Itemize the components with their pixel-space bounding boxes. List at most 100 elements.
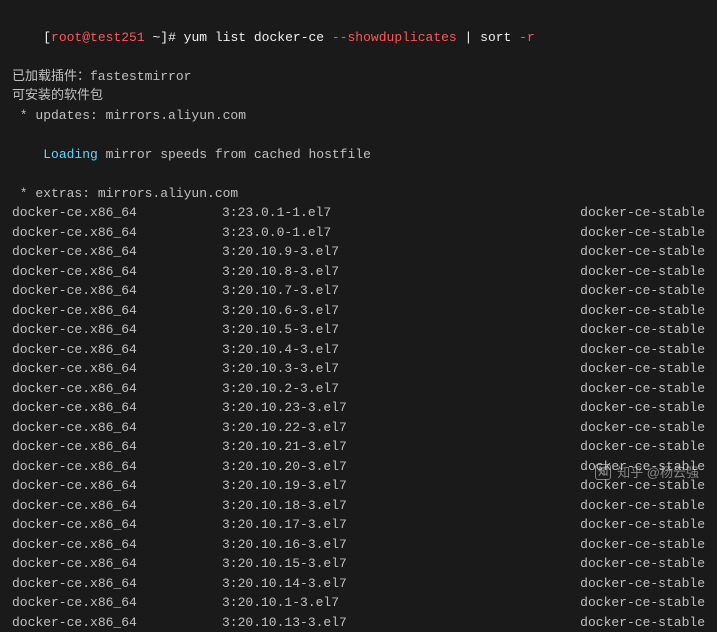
package-name: docker-ce.x86_64 [12,203,222,223]
package-row: docker-ce.x86_643:23.0.0-1.el7docker-ce-… [12,223,705,243]
package-repo: docker-ce-stable [462,437,705,457]
command-flag: --showduplicates [332,30,457,45]
package-row: docker-ce.x86_643:20.10.5-3.el7docker-ce… [12,320,705,340]
package-row: docker-ce.x86_643:23.0.1-1.el7docker-ce-… [12,203,705,223]
package-version: 3:20.10.5-3.el7 [222,320,462,340]
package-name: docker-ce.x86_64 [12,242,222,262]
loading-line: Loading mirror speeds from cached hostfi… [12,125,705,184]
package-repo: docker-ce-stable [462,242,705,262]
package-version: 3:20.10.19-3.el7 [222,476,462,496]
package-version: 3:20.10.21-3.el7 [222,437,462,457]
package-row: docker-ce.x86_643:20.10.2-3.el7docker-ce… [12,379,705,399]
package-list: docker-ce.x86_643:23.0.1-1.el7docker-ce-… [12,203,705,632]
prompt-user-host: root@test251 [51,30,145,45]
package-name: docker-ce.x86_64 [12,437,222,457]
package-row: docker-ce.x86_643:20.10.1-3.el7docker-ce… [12,593,705,613]
package-version: 3:20.10.3-3.el7 [222,359,462,379]
extras-line: * extras: mirrors.aliyun.com [12,184,705,204]
command-prefix: yum list docker-ce [184,30,332,45]
package-version: 3:20.10.23-3.el7 [222,398,462,418]
package-row: docker-ce.x86_643:20.10.6-3.el7docker-ce… [12,301,705,321]
watermark: 知 知乎 @杨云强 [595,463,699,483]
package-name: docker-ce.x86_64 [12,613,222,632]
package-row: docker-ce.x86_643:20.10.16-3.el7docker-c… [12,535,705,555]
package-repo: docker-ce-stable [462,613,705,632]
updates-line: * updates: mirrors.aliyun.com [12,106,705,126]
prompt-bracket-close: ]# [160,30,183,45]
package-version: 3:23.0.1-1.el7 [222,203,462,223]
package-name: docker-ce.x86_64 [12,418,222,438]
package-repo: docker-ce-stable [462,554,705,574]
package-repo: docker-ce-stable [462,535,705,555]
package-version: 3:20.10.16-3.el7 [222,535,462,555]
package-row: docker-ce.x86_643:20.10.7-3.el7docker-ce… [12,281,705,301]
package-version: 3:20.10.1-3.el7 [222,593,462,613]
package-name: docker-ce.x86_64 [12,301,222,321]
command-suffix: | sort [457,30,519,45]
watermark-text: 知乎 @杨云强 [617,463,699,483]
package-repo: docker-ce-stable [462,223,705,243]
package-version: 3:23.0.0-1.el7 [222,223,462,243]
package-name: docker-ce.x86_64 [12,379,222,399]
package-version: 3:20.10.6-3.el7 [222,301,462,321]
package-row: docker-ce.x86_643:20.10.9-3.el7docker-ce… [12,242,705,262]
prompt-line[interactable]: [root@test251 ~]# yum list docker-ce --s… [12,8,705,67]
package-row: docker-ce.x86_643:20.10.3-3.el7docker-ce… [12,359,705,379]
package-name: docker-ce.x86_64 [12,359,222,379]
package-row: docker-ce.x86_643:20.10.23-3.el7docker-c… [12,398,705,418]
package-name: docker-ce.x86_64 [12,262,222,282]
prompt-path: ~ [145,30,161,45]
package-row: docker-ce.x86_643:20.10.18-3.el7docker-c… [12,496,705,516]
package-repo: docker-ce-stable [462,574,705,594]
package-name: docker-ce.x86_64 [12,320,222,340]
prompt-bracket-open: [ [43,30,51,45]
package-name: docker-ce.x86_64 [12,574,222,594]
package-name: docker-ce.x86_64 [12,457,222,477]
package-repo: docker-ce-stable [462,340,705,360]
package-version: 3:20.10.13-3.el7 [222,613,462,632]
package-repo: docker-ce-stable [462,379,705,399]
package-version: 3:20.10.7-3.el7 [222,281,462,301]
package-repo: docker-ce-stable [462,262,705,282]
zhihu-icon: 知 [595,464,611,480]
package-name: docker-ce.x86_64 [12,515,222,535]
package-repo: docker-ce-stable [462,359,705,379]
package-name: docker-ce.x86_64 [12,496,222,516]
package-row: docker-ce.x86_643:20.10.15-3.el7docker-c… [12,554,705,574]
package-row: docker-ce.x86_643:20.10.13-3.el7docker-c… [12,613,705,632]
package-version: 3:20.10.17-3.el7 [222,515,462,535]
package-version: 3:20.10.14-3.el7 [222,574,462,594]
terminal-output: [root@test251 ~]# yum list docker-ce --s… [12,8,705,632]
package-name: docker-ce.x86_64 [12,593,222,613]
package-repo: docker-ce-stable [462,281,705,301]
package-row: docker-ce.x86_643:20.10.8-3.el7docker-ce… [12,262,705,282]
package-name: docker-ce.x86_64 [12,554,222,574]
package-version: 3:20.10.22-3.el7 [222,418,462,438]
package-row: docker-ce.x86_643:20.10.14-3.el7docker-c… [12,574,705,594]
package-version: 3:20.10.2-3.el7 [222,379,462,399]
loading-rest: mirror speeds from cached hostfile [98,147,371,162]
package-row: docker-ce.x86_643:20.10.17-3.el7docker-c… [12,515,705,535]
package-repo: docker-ce-stable [462,320,705,340]
command-sort-flag: -r [519,30,535,45]
package-version: 3:20.10.15-3.el7 [222,554,462,574]
package-version: 3:20.10.8-3.el7 [222,262,462,282]
package-row: docker-ce.x86_643:20.10.22-3.el7docker-c… [12,418,705,438]
package-row: docker-ce.x86_643:20.10.4-3.el7docker-ce… [12,340,705,360]
package-name: docker-ce.x86_64 [12,340,222,360]
package-version: 3:20.10.4-3.el7 [222,340,462,360]
package-name: docker-ce.x86_64 [12,398,222,418]
loading-word: Loading [43,147,98,162]
package-version: 3:20.10.20-3.el7 [222,457,462,477]
package-name: docker-ce.x86_64 [12,281,222,301]
package-repo: docker-ce-stable [462,398,705,418]
plugins-line: 已加载插件：fastestmirror [12,67,705,87]
package-repo: docker-ce-stable [462,203,705,223]
package-row: docker-ce.x86_643:20.10.21-3.el7docker-c… [12,437,705,457]
package-repo: docker-ce-stable [462,593,705,613]
package-repo: docker-ce-stable [462,301,705,321]
package-version: 3:20.10.9-3.el7 [222,242,462,262]
package-repo: docker-ce-stable [462,496,705,516]
package-name: docker-ce.x86_64 [12,535,222,555]
package-version: 3:20.10.18-3.el7 [222,496,462,516]
